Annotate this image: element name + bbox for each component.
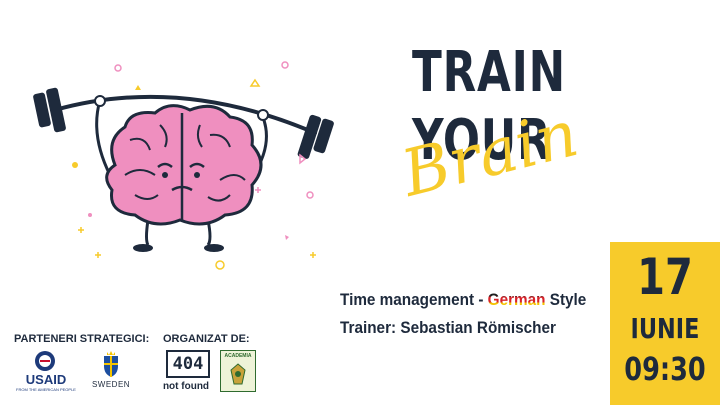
academia-logo: ACADEMIA <box>220 350 256 392</box>
usaid-text: USAID <box>25 372 67 387</box>
event-topic: Time management - German Style <box>340 290 586 310</box>
brain-barbell-illustration <box>33 61 334 270</box>
sweden-wordmark: SWEDEN <box>91 380 131 389</box>
topic-highlight: German <box>487 290 546 309</box>
partners-label: PARTENERI STRATEGICI: <box>14 333 150 345</box>
academia-wordmark: ACADEMIA <box>224 353 252 359</box>
date-time: 09:30 <box>624 350 706 388</box>
event-trainer: Trainer: Sebastian Römischer <box>340 318 556 337</box>
swedish-crest-icon <box>104 351 118 377</box>
date-month: IUNIE <box>630 312 700 345</box>
date-box: 17 IUNIE 09:30 <box>610 242 720 405</box>
notfound-logo: 404 not found <box>160 350 212 398</box>
usaid-seal-icon <box>35 351 55 371</box>
topic-suffix: Style <box>545 290 587 309</box>
404-mark-icon: 404 <box>166 350 210 378</box>
academia-crest-icon <box>230 363 246 385</box>
date-day: 17 <box>637 248 693 306</box>
notfound-wordmark: not found <box>162 381 210 392</box>
usaid-tagline: FROM THE AMERICAN PEOPLE <box>16 387 76 392</box>
topic-prefix: Time management - <box>340 290 488 309</box>
organizers-label: ORGANIZAT DE: <box>163 333 250 345</box>
title-line-train: TRAIN <box>412 40 566 105</box>
usaid-wordmark: USAID <box>16 372 76 387</box>
usaid-logo: USAID FROM THE AMERICAN PEOPLE <box>16 350 76 398</box>
sweden-logo: SWEDEN <box>88 350 134 398</box>
